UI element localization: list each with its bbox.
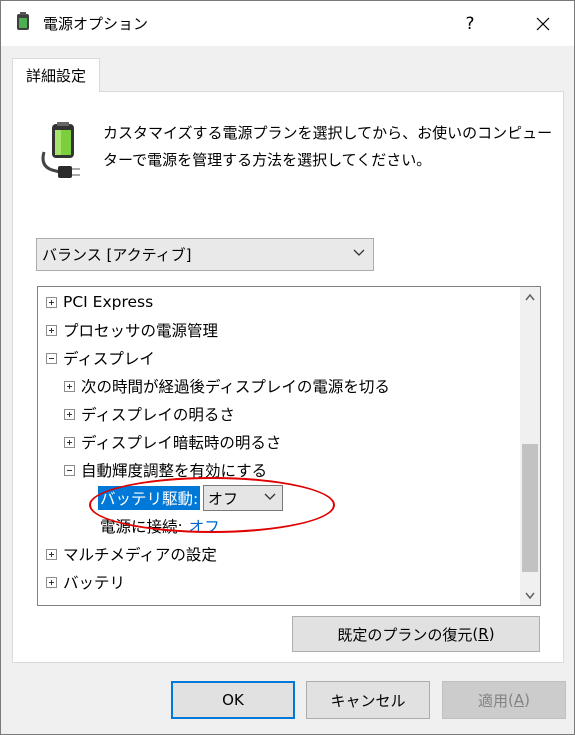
collapse-icon[interactable] — [64, 464, 75, 476]
cancel-button[interactable]: キャンセル — [306, 681, 430, 719]
apply-button-accesskey: A — [513, 691, 525, 709]
power-options-dialog: 電源オプション ? 詳細設定 カスタマイズする電源プランを選択してから、お使いの… — [0, 0, 575, 735]
chevron-down-icon — [264, 493, 276, 500]
tree-item-label: プロセッサの電源管理 — [63, 322, 219, 340]
chevron-down-icon — [525, 592, 535, 599]
ac-setting-row[interactable]: 電源に接続: オフ — [100, 513, 220, 539]
tree-item-display[interactable]: ディスプレイ — [46, 345, 155, 371]
tree-item-label: バッテリ — [63, 574, 126, 592]
scroll-down-button[interactable] — [520, 585, 540, 605]
tree-item-label: ディスプレイの明るさ — [81, 406, 235, 424]
power-plug-battery-icon — [41, 122, 80, 178]
ok-button[interactable]: OK — [171, 681, 295, 719]
power-plug-icon — [17, 12, 29, 30]
power-plan-select[interactable]: バランス [アクティブ] — [36, 238, 374, 271]
expand-icon[interactable] — [64, 380, 75, 392]
description-text: カスタマイズする電源プランを選択してから、お使いのコンピュー ターで電源を管理す… — [103, 120, 553, 174]
restore-button-label: 既定のプランの復元 — [337, 625, 473, 644]
expand-icon[interactable] — [46, 324, 57, 336]
tab-advanced-settings[interactable]: 詳細設定 — [12, 58, 100, 92]
settings-tree: PCI Express プロセッサの電源管理 ディスプレイ 次の時間が経過後ディ… — [37, 286, 541, 606]
scrollbar-thumb[interactable] — [522, 444, 538, 572]
description-line-2: ターで電源を管理する方法を選択してください。 — [103, 151, 432, 169]
tree-item-label: PCI Express — [63, 293, 154, 311]
scroll-up-button[interactable] — [520, 287, 540, 307]
tree-item-display-brightness[interactable]: ディスプレイの明るさ — [64, 401, 235, 427]
tree-item-label: マルチメディアの設定 — [63, 546, 217, 564]
ac-setting-label: 電源に接続: — [100, 518, 183, 536]
battery-setting-select[interactable]: オフ — [203, 485, 283, 511]
chevron-up-icon — [525, 293, 535, 300]
tree-item-dimmed-brightness[interactable]: ディスプレイ暗転時の明るさ — [64, 429, 281, 455]
power-plan-value: バランス [アクティブ] — [42, 246, 192, 264]
expand-icon[interactable] — [64, 408, 75, 420]
tree-item-display-timeout[interactable]: 次の時間が経過後ディスプレイの電源を切る — [64, 373, 390, 399]
expand-icon[interactable] — [64, 436, 75, 448]
tree-item-adaptive-brightness[interactable]: 自動輝度調整を有効にする — [64, 457, 267, 483]
expand-icon[interactable] — [46, 576, 57, 588]
tree-item-pci-express[interactable]: PCI Express — [46, 289, 153, 315]
help-button[interactable]: ? — [447, 1, 493, 46]
close-icon — [536, 17, 550, 30]
tree-item-battery[interactable]: バッテリ — [46, 569, 125, 595]
collapse-icon[interactable] — [46, 352, 57, 364]
battery-setting-label: バッテリ駆動: — [98, 486, 201, 510]
tree-item-processor-power[interactable]: プロセッサの電源管理 — [46, 317, 218, 343]
advanced-settings-panel: カスタマイズする電源プランを選択してから、お使いのコンピュー ターで電源を管理す… — [12, 91, 564, 663]
tree-item-label: 次の時間が経過後ディスプレイの電源を切る — [81, 378, 390, 396]
tree-item-label: ディスプレイ — [63, 350, 155, 368]
chevron-down-icon — [353, 249, 365, 256]
description-line-1: カスタマイズする電源プランを選択してから、お使いのコンピュー — [103, 124, 553, 142]
window-title: 電源オプション — [43, 15, 149, 33]
restore-default-plan-button[interactable]: 既定のプランの復元(R) — [292, 616, 540, 652]
expand-icon[interactable] — [46, 548, 57, 560]
restore-button-accesskey: R — [478, 625, 489, 643]
expand-icon[interactable] — [46, 296, 57, 308]
tree-item-label: 自動輝度調整を有効にする — [81, 462, 268, 480]
ac-setting-value[interactable]: オフ — [189, 515, 220, 537]
tree-item-multimedia[interactable]: マルチメディアの設定 — [46, 541, 217, 567]
title-bar: 電源オプション ? — [1, 1, 574, 46]
tree-item-label: ディスプレイ暗転時の明るさ — [81, 434, 282, 452]
battery-setting-value: オフ — [208, 489, 239, 508]
close-button[interactable] — [515, 1, 571, 46]
tree-scrollbar[interactable] — [520, 287, 540, 605]
battery-setting-row[interactable]: バッテリ駆動: — [98, 485, 201, 511]
apply-button[interactable]: 適用(A) — [442, 681, 566, 719]
apply-button-label: 適用 — [478, 691, 509, 710]
